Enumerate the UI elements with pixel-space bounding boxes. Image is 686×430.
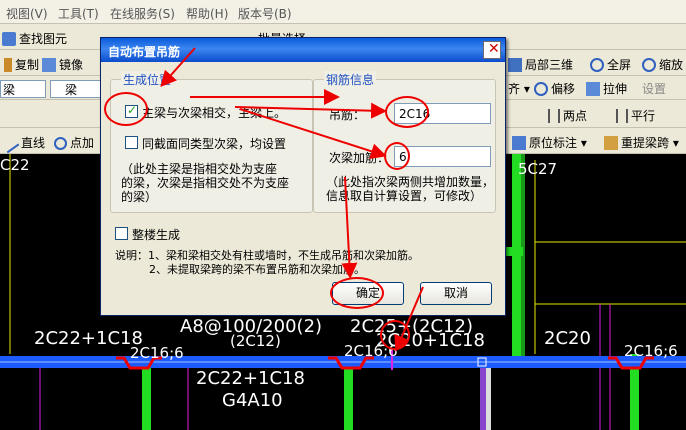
arrow-to-hanger: [234, 102, 387, 119]
arrow-to-extra: [239, 108, 387, 159]
arrow-to-position: [160, 47, 196, 87]
annotation-arrows: [160, 47, 424, 352]
arrow-to-ok: [341, 176, 358, 279]
arrow-to-beam: [394, 286, 424, 352]
